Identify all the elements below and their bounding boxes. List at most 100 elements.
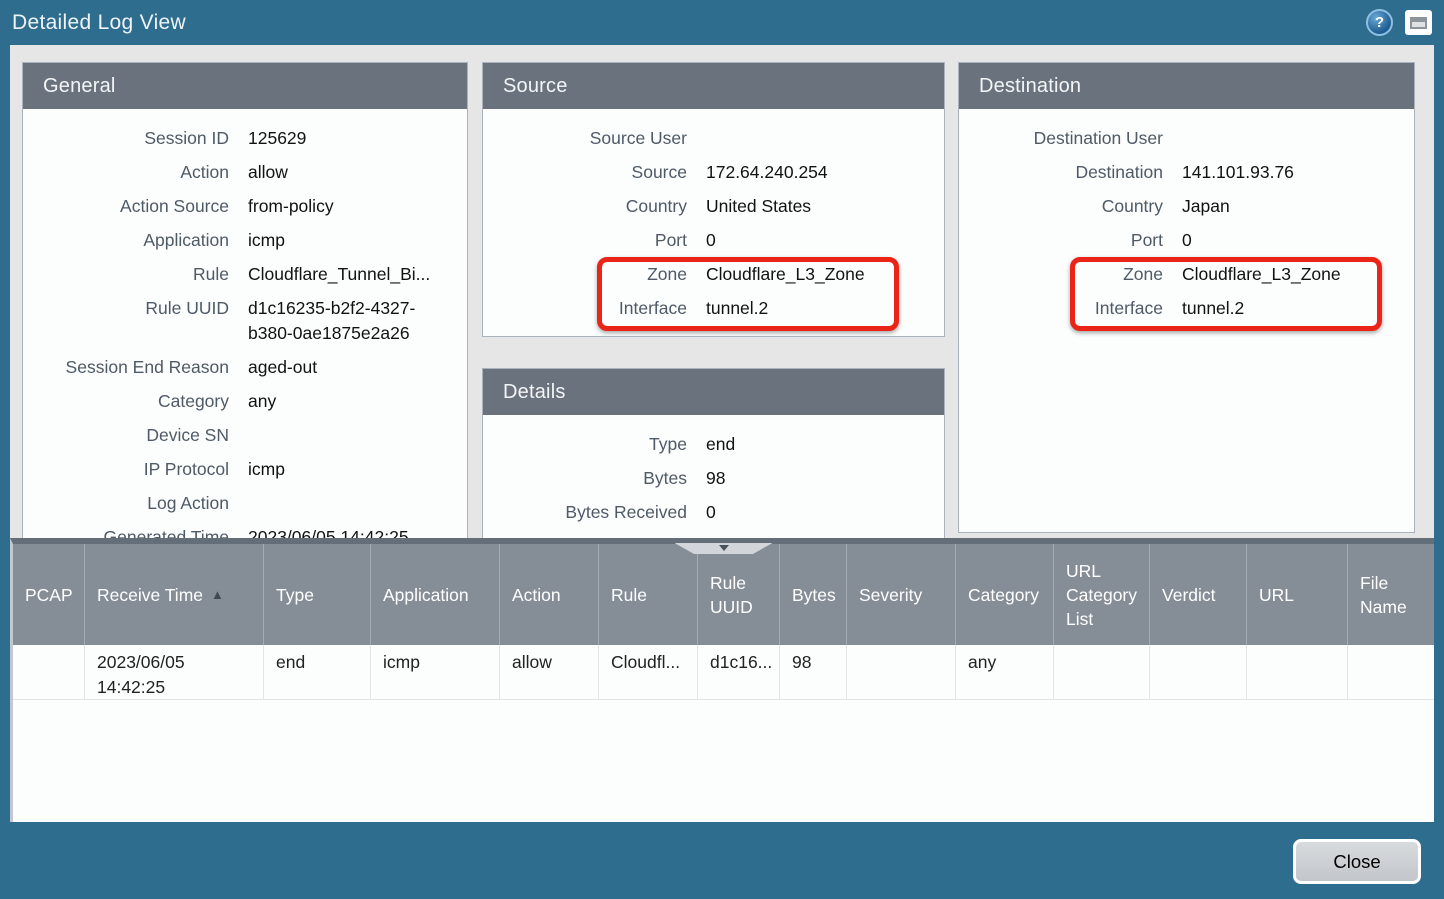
- col-header-label: URL Category List: [1066, 560, 1138, 629]
- col-header-action[interactable]: Action: [500, 544, 599, 645]
- field-session-id: Session ID 125629: [23, 122, 467, 156]
- field-label: Rule UUID: [145, 298, 229, 318]
- field-value: any: [248, 391, 277, 411]
- restore-window-glyph: [1410, 16, 1427, 29]
- field-category: Category any: [23, 385, 467, 419]
- col-header-label: Rule: [611, 584, 647, 605]
- field-label: IP Protocol: [143, 459, 229, 479]
- col-header-url[interactable]: URL: [1247, 544, 1348, 645]
- field-label: Action Source: [120, 196, 229, 216]
- field-value: 0: [706, 502, 716, 522]
- field-session-end-reason: Session End Reason aged-out: [23, 351, 467, 385]
- col-header-type[interactable]: Type: [264, 544, 371, 645]
- field-label: Device SN: [146, 425, 229, 445]
- dialog-footer: Close: [0, 822, 1444, 899]
- cell-url: [1247, 645, 1348, 699]
- panel-source-header: Source: [483, 63, 944, 109]
- log-table-row[interactable]: 2023/06/05 14:42:25 end icmp allow Cloud…: [13, 645, 1434, 700]
- field-source-country: Country United States: [483, 190, 944, 224]
- field-label: Session ID: [144, 128, 229, 148]
- col-header-label: Bytes: [792, 584, 836, 605]
- field-label: Application: [143, 230, 229, 250]
- col-header-pcap[interactable]: PCAP: [13, 544, 85, 645]
- panel-destination-header: Destination: [959, 63, 1414, 109]
- col-header-label: URL: [1259, 584, 1295, 605]
- field-source-interface: Interface tunnel.2: [483, 292, 944, 326]
- col-header-bytes[interactable]: Bytes: [780, 544, 847, 645]
- help-icon[interactable]: ?: [1366, 9, 1393, 36]
- field-value: 141.101.93.76: [1182, 162, 1294, 182]
- field-type: Type end: [483, 428, 944, 462]
- cell-pcap: [13, 645, 85, 699]
- titlebar: Detailed Log View ?: [0, 0, 1444, 45]
- col-header-rule[interactable]: Rule: [599, 544, 698, 645]
- field-ip-protocol: IP Protocol icmp: [23, 453, 467, 487]
- restore-window-icon[interactable]: [1405, 10, 1432, 35]
- field-label: Interface: [618, 298, 687, 318]
- field-source-zone: Zone Cloudflare_L3_Zone: [483, 258, 944, 292]
- col-header-label: Category: [968, 584, 1040, 605]
- cell-application: icmp: [371, 645, 500, 699]
- field-value: aged-out: [248, 357, 318, 377]
- field-value: 0: [1182, 230, 1192, 250]
- field-value: Japan: [1182, 196, 1230, 216]
- field-value: allow: [248, 162, 288, 182]
- field-label: Log Action: [147, 493, 229, 513]
- chevron-down-icon: [718, 545, 729, 551]
- field-label: Destination User: [1033, 128, 1163, 148]
- field-value: Cloudflare_L3_Zone: [1182, 264, 1341, 284]
- field-label: Source: [631, 162, 687, 182]
- field-destination-zone: Zone Cloudflare_L3_Zone: [959, 258, 1414, 292]
- field-source-port: Port 0: [483, 224, 944, 258]
- field-value: 98: [706, 468, 726, 488]
- col-header-severity[interactable]: Severity: [847, 544, 956, 645]
- field-destination-country: Country Japan: [959, 190, 1414, 224]
- field-log-action: Log Action: [23, 487, 467, 521]
- cell-category: any: [956, 645, 1054, 699]
- panel-destination: Destination Destination User Destination…: [958, 62, 1415, 533]
- field-action-source: Action Source from-policy: [23, 190, 467, 224]
- panel-general-fields: Session ID 125629 Action allow Action Sour…: [23, 109, 467, 538]
- field-action: Action allow: [23, 156, 467, 190]
- col-header-rule-uuid[interactable]: Rule UUID: [698, 544, 780, 645]
- panel-source: Source Source User Source 172.64.240.254 …: [482, 62, 945, 337]
- field-label: Category: [157, 391, 229, 411]
- field-value: end: [706, 434, 736, 454]
- field-value: d1c16235-b2f2-4327-b380-0ae1875e2a26: [248, 298, 416, 343]
- col-header-label: Severity: [859, 584, 923, 605]
- col-header-category[interactable]: Category: [956, 544, 1054, 645]
- col-header-label: Application: [383, 584, 469, 605]
- field-generated-time: Generated Time 2023/06/05 14:42:25: [23, 521, 467, 538]
- col-header-label: Receive Time: [97, 584, 204, 605]
- panel-details-header: Details: [483, 369, 944, 415]
- col-header-label: Type: [276, 584, 314, 605]
- cell-action: allow: [500, 645, 599, 699]
- cell-type: end: [264, 645, 371, 699]
- field-value: 0: [706, 230, 716, 250]
- panel-source-fields: Source User Source 172.64.240.254 Country…: [483, 109, 944, 326]
- cell-rule: Cloudfl...: [599, 645, 698, 699]
- field-label: Bytes Received: [565, 502, 687, 522]
- field-value: 125629: [248, 128, 307, 148]
- field-label: Rule: [193, 264, 229, 284]
- cell-url-category-list: [1054, 645, 1150, 699]
- field-value: Cloudflare_Tunnel_Bi...: [248, 264, 431, 284]
- field-rule: Rule Cloudflare_Tunnel_Bi...: [23, 258, 467, 292]
- cell-receive-time: 2023/06/05 14:42:25: [85, 645, 264, 699]
- field-application: Application icmp: [23, 224, 467, 258]
- cell-file-name: [1348, 645, 1434, 699]
- col-header-verdict[interactable]: Verdict: [1150, 544, 1247, 645]
- field-destination-interface: Interface tunnel.2: [959, 292, 1414, 326]
- field-label: Bytes: [643, 468, 687, 488]
- cell-rule-uuid: d1c16...: [698, 645, 780, 699]
- field-source: Source 172.64.240.254: [483, 156, 944, 190]
- panel-destination-fields: Destination User Destination 141.101.93.7…: [959, 109, 1414, 326]
- close-button[interactable]: Close: [1293, 839, 1421, 884]
- field-label: Port: [1130, 230, 1163, 250]
- field-value: icmp: [248, 230, 285, 250]
- col-header-file-name[interactable]: File Name: [1348, 544, 1434, 645]
- col-header-url-category-list[interactable]: URL Category List: [1054, 544, 1150, 645]
- log-detail-content: General Session ID 125629 Action allow Act…: [10, 45, 1434, 538]
- col-header-application[interactable]: Application: [371, 544, 500, 645]
- col-header-receive-time[interactable]: Receive Time ▲: [85, 544, 264, 645]
